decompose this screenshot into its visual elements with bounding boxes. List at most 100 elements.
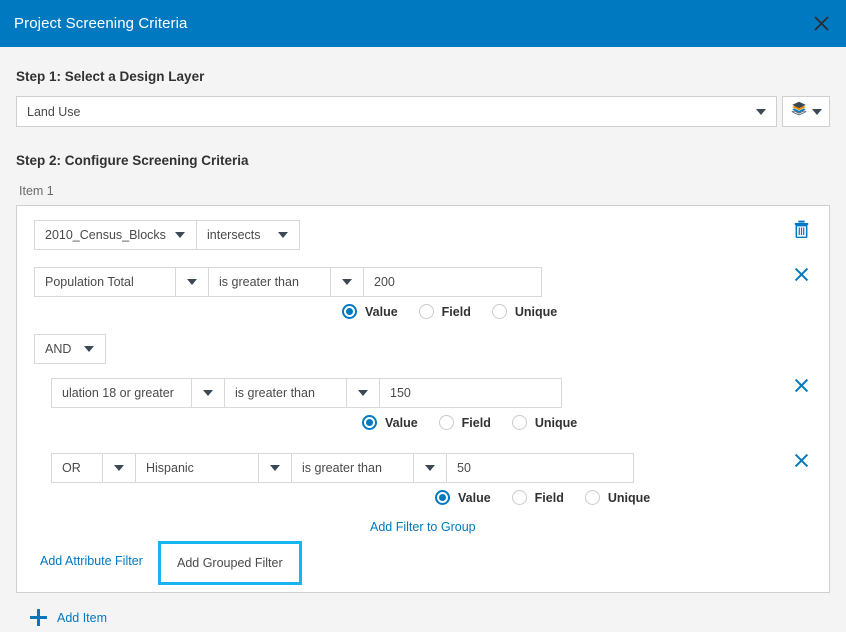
filter-operator-value: is greater than (209, 275, 299, 289)
filter-operator-select[interactable]: is greater than (209, 268, 330, 296)
remove-filter-button[interactable] (791, 378, 811, 398)
add-filter-to-group-link[interactable]: Add Filter to Group (370, 520, 476, 534)
filter-field-value: Hispanic (136, 461, 194, 475)
source-row: 2010_Census_Blocks intersects (34, 220, 300, 250)
filter-field-value: Population Total (35, 275, 134, 289)
radio-unique[interactable]: Unique (492, 304, 557, 319)
step2-label: Step 2: Configure Screening Criteria (16, 153, 830, 168)
remove-filter-button[interactable] (791, 267, 811, 287)
filter-value-input[interactable]: 150 (380, 379, 561, 407)
filter-operator-dropdown-button[interactable] (330, 268, 364, 296)
radio-label: Unique (535, 416, 577, 430)
radio-indicator (435, 490, 450, 505)
page-title: Project Screening Criteria (14, 15, 188, 32)
radio-label: Value (458, 491, 491, 505)
radio-indicator (419, 304, 434, 319)
chevron-down-icon (187, 279, 197, 285)
design-layer-row: Land Use (16, 96, 830, 127)
filter-value-text: 50 (447, 461, 471, 475)
chevron-down-icon (812, 109, 822, 115)
radio-label: Value (385, 416, 418, 430)
radio-label: Unique (608, 491, 650, 505)
chevron-down-icon (114, 465, 124, 471)
radio-field[interactable]: Field (439, 415, 491, 430)
radio-value[interactable]: Value (342, 304, 398, 319)
add-item-button[interactable]: Add Item (30, 609, 107, 626)
dialog-body: Step 1: Select a Design Layer Land Use S… (0, 47, 846, 632)
filter-field-select[interactable]: Population Total (35, 268, 175, 296)
filter-operator-dropdown-button[interactable] (413, 454, 447, 482)
radio-value[interactable]: Value (362, 415, 418, 430)
filter-field-select[interactable]: ulation 18 or greater (52, 379, 191, 407)
chevron-down-icon (84, 346, 94, 352)
filter-field-dropdown-button[interactable] (258, 454, 292, 482)
value-type-radio-group: Value Field Unique (362, 415, 577, 430)
radio-unique[interactable]: Unique (512, 415, 577, 430)
filter-logic-dropdown-button[interactable] (102, 454, 136, 482)
close-icon (794, 453, 809, 473)
design-layer-value: Land Use (27, 105, 81, 119)
chevron-down-icon (342, 279, 352, 285)
spatial-relationship-value: intersects (197, 228, 261, 242)
chevron-down-icon (203, 390, 213, 396)
design-layer-select[interactable]: Land Use (16, 96, 777, 127)
radio-unique[interactable]: Unique (585, 490, 650, 505)
chevron-down-icon (270, 465, 280, 471)
layers-picker-button[interactable] (782, 96, 830, 127)
radio-label: Unique (515, 305, 557, 319)
filter-value-text: 200 (364, 275, 395, 289)
radio-indicator (362, 415, 377, 430)
radio-label: Field (442, 305, 471, 319)
remove-filter-button[interactable] (791, 453, 811, 473)
chevron-down-icon (175, 232, 185, 238)
filter-logic-value: OR (52, 461, 81, 475)
filter-field-value: ulation 18 or greater (52, 386, 174, 400)
close-icon (794, 267, 809, 287)
logic-operator-select[interactable]: AND (34, 334, 106, 364)
radio-field[interactable]: Field (419, 304, 471, 319)
radio-field[interactable]: Field (512, 490, 564, 505)
delete-item-button[interactable] (789, 219, 813, 243)
item-label: Item 1 (16, 168, 830, 205)
filter-value-text: 150 (380, 386, 411, 400)
radio-indicator (439, 415, 454, 430)
step1-label: Step 1: Select a Design Layer (16, 47, 830, 84)
filter-operator-select[interactable]: is greater than (225, 379, 346, 407)
filter-logic-select[interactable]: OR (52, 454, 102, 482)
plus-icon (30, 609, 47, 626)
filter-field-select[interactable]: Hispanic (136, 454, 258, 482)
radio-label: Field (535, 491, 564, 505)
filter-field-dropdown-button[interactable] (191, 379, 225, 407)
radio-value[interactable]: Value (435, 490, 491, 505)
filter-value-input[interactable]: 50 (447, 454, 633, 482)
filter-row: Population Total is greater than 200 (34, 267, 542, 297)
source-layer-value: 2010_Census_Blocks (35, 228, 166, 242)
source-layer-select[interactable]: 2010_Census_Blocks (34, 220, 197, 250)
radio-indicator (512, 490, 527, 505)
filter-operator-dropdown-button[interactable] (346, 379, 380, 407)
add-item-label: Add Item (57, 611, 107, 625)
step2-section: Step 2: Configure Screening Criteria Ite… (16, 127, 830, 593)
layers-icon (791, 101, 807, 122)
add-attribute-filter-link[interactable]: Add Attribute Filter (40, 554, 143, 568)
radio-indicator (492, 304, 507, 319)
spatial-relationship-select[interactable]: intersects (196, 220, 300, 250)
chevron-down-icon (425, 465, 435, 471)
filter-operator-value: is greater than (225, 386, 315, 400)
chevron-down-icon (756, 109, 766, 115)
chevron-down-icon (358, 390, 368, 396)
close-icon (813, 15, 830, 32)
filter-operator-select[interactable]: is greater than (292, 454, 413, 482)
filter-value-input[interactable]: 200 (364, 268, 541, 296)
add-grouped-filter-button[interactable]: Add Grouped Filter (158, 541, 302, 585)
radio-label: Field (462, 416, 491, 430)
filter-row: OR Hispanic is greater than 5 (51, 453, 634, 483)
filter-row: ulation 18 or greater is greater than 15… (51, 378, 562, 408)
criteria-item-panel: 2010_Census_Blocks intersects (16, 205, 830, 593)
value-type-radio-group: Value Field Unique (435, 490, 650, 505)
dialog-titlebar: Project Screening Criteria (0, 0, 846, 47)
filter-field-dropdown-button[interactable] (175, 268, 209, 296)
close-button[interactable] (806, 9, 836, 39)
chevron-down-icon (278, 232, 288, 238)
filter-operator-value: is greater than (292, 461, 382, 475)
